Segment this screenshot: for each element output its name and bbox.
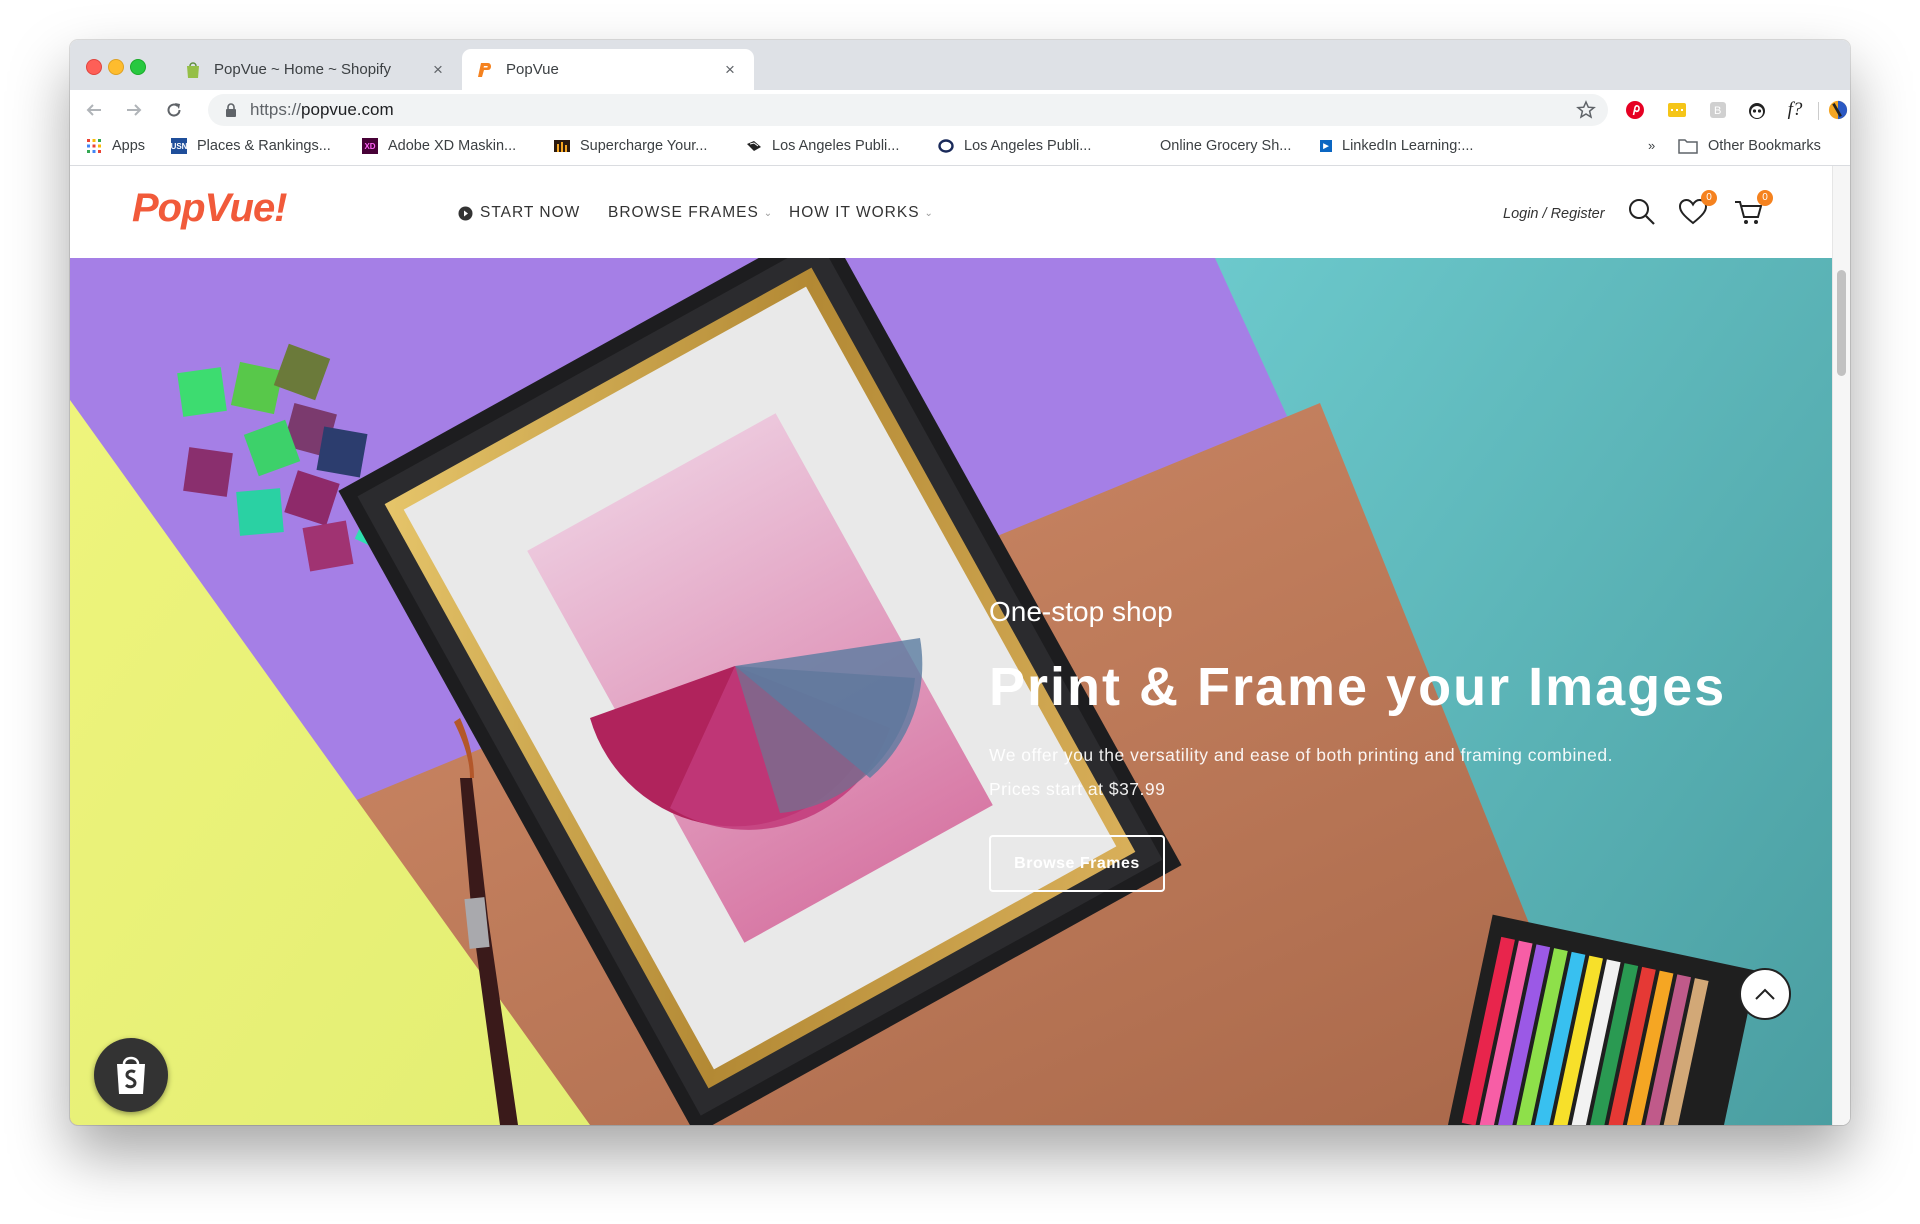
apps-grid-icon [86, 138, 102, 154]
bookmark-linkedin-learning[interactable]: ▶ LinkedIn Learning:... [1320, 138, 1473, 154]
nav-start-now[interactable]: START NOW [458, 204, 580, 222]
hero-price-line: Prices start at $37.99 [989, 779, 1166, 799]
grocery-icon [1134, 138, 1150, 154]
overdrive-icon [938, 138, 954, 154]
address-bar[interactable]: https://popvue.com [208, 94, 1608, 126]
nav-label: BROWSE FRAMES [608, 204, 759, 221]
nav-how-it-works[interactable]: HOW IT WORKS ⌄ [789, 204, 934, 222]
hero-headline: Print & Frame your Images [989, 657, 1727, 717]
site-header: PopVue! START NOW BROWSE FRAMES ⌄ HOW IT… [70, 166, 1832, 258]
lock-icon [224, 102, 238, 118]
chevron-down-icon: ⌄ [763, 207, 774, 219]
bookmarks-overflow-icon[interactable]: » [1648, 138, 1655, 153]
folder-icon [1678, 138, 1698, 154]
search-icon[interactable] [1626, 196, 1658, 228]
yellow-extension-icon[interactable] [1667, 100, 1687, 120]
chevron-up-icon [1755, 988, 1775, 1000]
wishlist-count-badge: 0 [1701, 190, 1717, 206]
chevron-down-icon: ⌄ [924, 207, 934, 219]
bookmark-label: Los Angeles Publi... [772, 138, 900, 154]
hero-kicker: One-stop shop [989, 596, 1173, 627]
bookmark-label: Apps [112, 138, 146, 154]
tab-shopify[interactable]: PopVue ~ Home ~ Shopify × [170, 49, 462, 90]
minimize-window-button[interactable] [108, 59, 124, 75]
other-bookmarks[interactable]: Other Bookmarks [1678, 138, 1821, 154]
back-icon[interactable] [80, 96, 108, 124]
tab-strip: PopVue ~ Home ~ Shopify × PopVue × [70, 40, 1850, 90]
scroll-to-top-button[interactable] [1739, 968, 1791, 1020]
other-bookmarks-label: Other Bookmarks [1708, 138, 1821, 154]
fullscreen-window-button[interactable] [130, 59, 146, 75]
shopify-badge[interactable] [94, 1038, 168, 1112]
bookmark-label: Online Grocery Sh... [1160, 138, 1292, 154]
play-circle-icon [458, 206, 473, 221]
close-window-button[interactable] [86, 59, 102, 75]
forward-icon[interactable] [120, 96, 148, 124]
svg-text:B: B [1714, 105, 1721, 117]
popvue-logo[interactable]: PopVue! [132, 186, 288, 231]
login-register-link[interactable]: Login / Register [1503, 206, 1605, 222]
bookmarks-bar: Apps USN Places & Rankings... XD Adobe X… [70, 130, 1850, 166]
tab-close-icon[interactable]: × [428, 60, 448, 80]
bookmark-supercharge[interactable]: Supercharge Your... [554, 138, 707, 154]
bookmark-online-grocery[interactable]: Online Grocery Sh... [1134, 138, 1291, 154]
pinterest-icon[interactable] [1625, 100, 1645, 120]
page-scrollbar[interactable] [1832, 166, 1850, 1125]
shopify-bag-icon [117, 1056, 145, 1094]
bookmark-overdrive[interactable]: Los Angeles Publi... [938, 138, 1091, 154]
tab-title: PopVue ~ Home ~ Shopify [214, 61, 392, 78]
bookmark-places-rankings[interactable]: USN Places & Rankings... [171, 138, 331, 154]
hero-description-line: We offer you the versatility and ease of… [989, 745, 1613, 765]
tab-popvue[interactable]: PopVue × [462, 49, 754, 90]
linkedin-learning-icon: ▶ [1320, 140, 1332, 152]
tab-title: PopVue [506, 61, 559, 78]
bookmark-adobe-xd[interactable]: XD Adobe XD Maskin... [362, 138, 516, 154]
bookmark-label: Adobe XD Maskin... [388, 138, 517, 154]
bookmark-la-public-library[interactable]: Los Angeles Publi... [746, 138, 899, 154]
page-viewport: PopVue! START NOW BROWSE FRAMES ⌄ HOW IT… [70, 166, 1850, 1125]
adobe-xd-icon: XD [362, 138, 378, 154]
bookmark-apps[interactable]: Apps [86, 138, 145, 154]
bookmark-star-icon[interactable] [1576, 100, 1596, 120]
reload-icon[interactable] [160, 96, 188, 124]
bitly-extension-icon[interactable]: B [1708, 100, 1728, 120]
bookmark-label: Places & Rankings... [197, 138, 331, 154]
shopify-bag-icon [184, 61, 202, 79]
popvue-p-icon [476, 61, 494, 79]
hero-description: We offer you the versatility and ease of… [989, 738, 1613, 806]
browser-toolbar: https://popvue.com B f? [70, 90, 1850, 130]
profile-avatar[interactable] [1828, 100, 1848, 120]
bookmark-label: Supercharge Your... [580, 138, 708, 154]
usn-icon: USN [171, 138, 187, 154]
browse-frames-button[interactable]: Browse Frames [989, 835, 1165, 892]
la-public-library-icon [746, 138, 762, 154]
nav-browse-frames[interactable]: BROWSE FRAMES ⌄ [608, 204, 773, 222]
url-text: https://popvue.com [250, 100, 394, 119]
cart-count-badge: 0 [1757, 190, 1773, 206]
bookmark-label: Los Angeles Publi... [964, 138, 1092, 154]
hero-banner: One-stop shop Print & Frame your Images … [70, 258, 1832, 1125]
nav-label: START NOW [480, 204, 581, 221]
toolbar-divider [1818, 102, 1819, 120]
font-identifier-extension-icon[interactable]: f? [1785, 99, 1805, 120]
supercharge-icon [554, 138, 570, 154]
nav-label: HOW IT WORKS [789, 204, 920, 221]
panda-extension-icon[interactable] [1747, 100, 1767, 120]
scrollbar-thumb[interactable] [1837, 270, 1846, 376]
browser-window: PopVue ~ Home ~ Shopify × PopVue × https… [70, 40, 1850, 1125]
bookmark-label: LinkedIn Learning:... [1342, 138, 1474, 154]
tab-close-icon[interactable]: × [720, 60, 740, 80]
